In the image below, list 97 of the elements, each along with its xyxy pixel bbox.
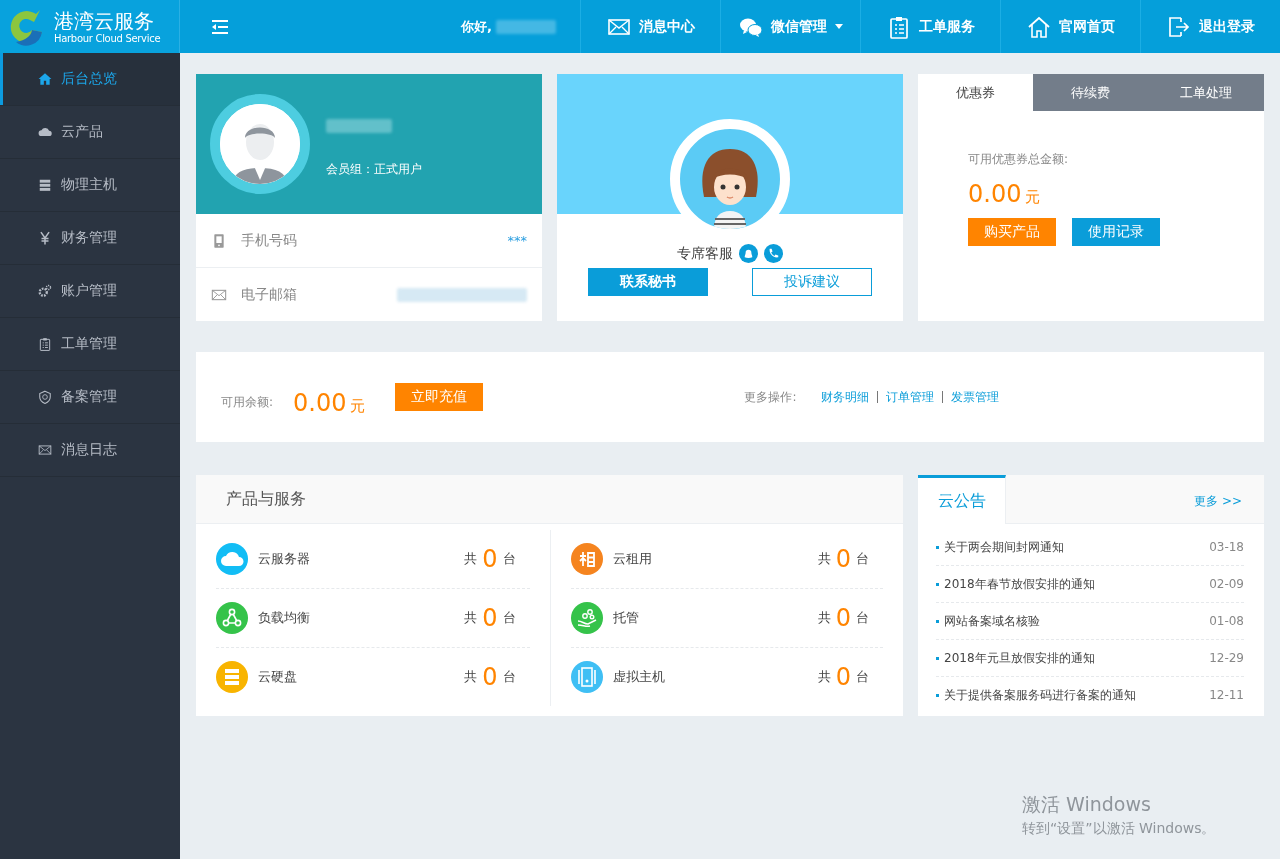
notices-tab[interactable]: 云公告 [918,475,1006,524]
sidebar-item[interactable]: 云产品 [0,106,180,159]
sidebar-item[interactable]: 消息日志 [0,424,180,477]
blurred-username [326,118,392,133]
info-value: *** [507,233,527,248]
currency-unit: 元 [1025,188,1041,207]
bullet-icon [936,545,939,549]
count-prefix: 共 [817,550,831,568]
coupon-button[interactable]: 使用记录 [1072,218,1160,246]
notice-link[interactable]: 2018年春节放假安排的通知 [944,575,1095,593]
product-count: 0 [835,604,851,632]
phone-icon [211,232,227,249]
count-unit: 台 [856,668,869,686]
count-prefix: 共 [464,668,478,686]
header-nav-item[interactable]: 官网首页 [1000,0,1140,53]
greeting-text: 你好, [461,17,492,36]
currency-unit: 元 [350,397,366,416]
service-label: 专席客服 [677,244,733,263]
balance-amount: 0.00 [293,389,347,417]
sidebar-item[interactable]: 后台总览 [0,53,180,106]
brand-title: 港湾云服务 [54,9,155,33]
count-unit: 台 [502,668,516,686]
product-name: 云硬盘 [258,668,297,686]
info-label: 手机号码 [241,231,297,250]
notice-date: 03-18 [1209,540,1244,554]
notice-link[interactable]: 2018年元旦放假安排的通知 [944,649,1095,667]
coupon-tab[interactable]: 工单处理 [1148,74,1264,111]
info-label: 电子邮箱 [241,285,297,304]
count-prefix: 共 [464,609,478,627]
blurred-username [496,19,556,34]
coupon-tab[interactable]: 优惠券 [918,74,1034,111]
count-unit: 台 [856,609,869,627]
coupon-caption: 可用优惠券总金额: [968,151,1070,168]
product-name: 托管 [612,609,639,627]
count-prefix: 共 [817,668,831,686]
notice-date: 02-09 [1209,577,1244,591]
header-nav-item[interactable]: 工单服务 [860,0,1000,53]
more-link[interactable]: 更多 >> [1194,493,1242,508]
product-name: 负载均衡 [258,609,310,627]
count-prefix: 共 [817,609,831,627]
home-icon [38,72,52,86]
bullet-icon [936,582,939,586]
product-count: 0 [835,663,851,691]
header-nav-item[interactable]: 微信管理 [720,0,860,53]
sidebar-item[interactable]: 工单管理 [0,318,180,371]
notice-date: 12-11 [1209,688,1244,702]
notice-link[interactable]: 网站备案域名核验 [944,612,1040,630]
server-icon [38,178,52,192]
coupon-tab[interactable]: 待续费 [1033,74,1149,111]
notice-date: 12-29 [1209,651,1244,665]
bullet-icon [936,693,939,697]
product-count: 0 [835,545,851,573]
coupon-amount: 0.00 [968,180,1022,208]
bullet-icon [936,619,939,623]
sidebar-item[interactable]: 备案管理 [0,371,180,424]
more-actions-label: 更多操作: [744,388,797,406]
coupon-button[interactable]: 购买产品 [968,218,1056,246]
product-count: 0 [482,663,498,691]
count-unit: 台 [502,609,516,627]
header-nav-item[interactable]: 退出登录 [1140,0,1280,53]
shield-icon [38,390,52,404]
notice-link[interactable]: 关于提供备案服务码进行备案的通知 [944,686,1136,704]
phone-icon[interactable] [764,244,783,263]
service-button[interactable]: 投诉建议 [752,268,872,296]
product-name: 云服务器 [258,550,310,568]
member-group: 会员组：正式用户 [326,160,422,178]
cloud-icon [38,125,52,139]
header-nav-item[interactable]: 消息中心 [580,0,720,53]
panel-title: 产品与服务 [225,488,306,510]
recharge-button[interactable]: 立即充值 [395,383,484,411]
sidebar-item[interactable]: 账户管理 [0,265,180,318]
clipboard-icon [38,337,52,351]
action-link[interactable]: 发票管理 [941,391,1007,403]
action-link[interactable]: 财务明细 [812,391,877,403]
activation-text: 转到“设置”以激活 Windows。 [1022,820,1216,838]
brand-subtitle: Harbour Cloud Service [54,33,161,44]
sidebar-item[interactable]: 物理主机 [0,159,180,212]
action-link[interactable]: 订单管理 [876,391,942,403]
notice-link[interactable]: 关于两会期间封网通知 [944,538,1064,556]
product-name: 云租用 [612,550,652,568]
caret-icon [834,24,843,29]
activation-title: 激活 Windows [1022,792,1152,817]
product-name: 虚拟主机 [612,668,665,686]
notice-date: 01-08 [1209,614,1244,628]
count-unit: 台 [856,550,869,568]
balance-label: 可用余额: [221,393,274,411]
count-unit: 台 [502,550,516,568]
bullet-icon [936,656,939,660]
envelope-icon [38,443,52,457]
logout-icon [1166,14,1191,39]
home-icon [1026,14,1051,39]
count-prefix: 共 [464,550,478,568]
product-count: 0 [482,545,498,573]
product-count: 0 [482,604,498,632]
service-button[interactable]: 联系秘书 [588,268,708,296]
sidebar-item[interactable]: 财务管理 [0,212,180,265]
yen-icon [38,231,52,245]
